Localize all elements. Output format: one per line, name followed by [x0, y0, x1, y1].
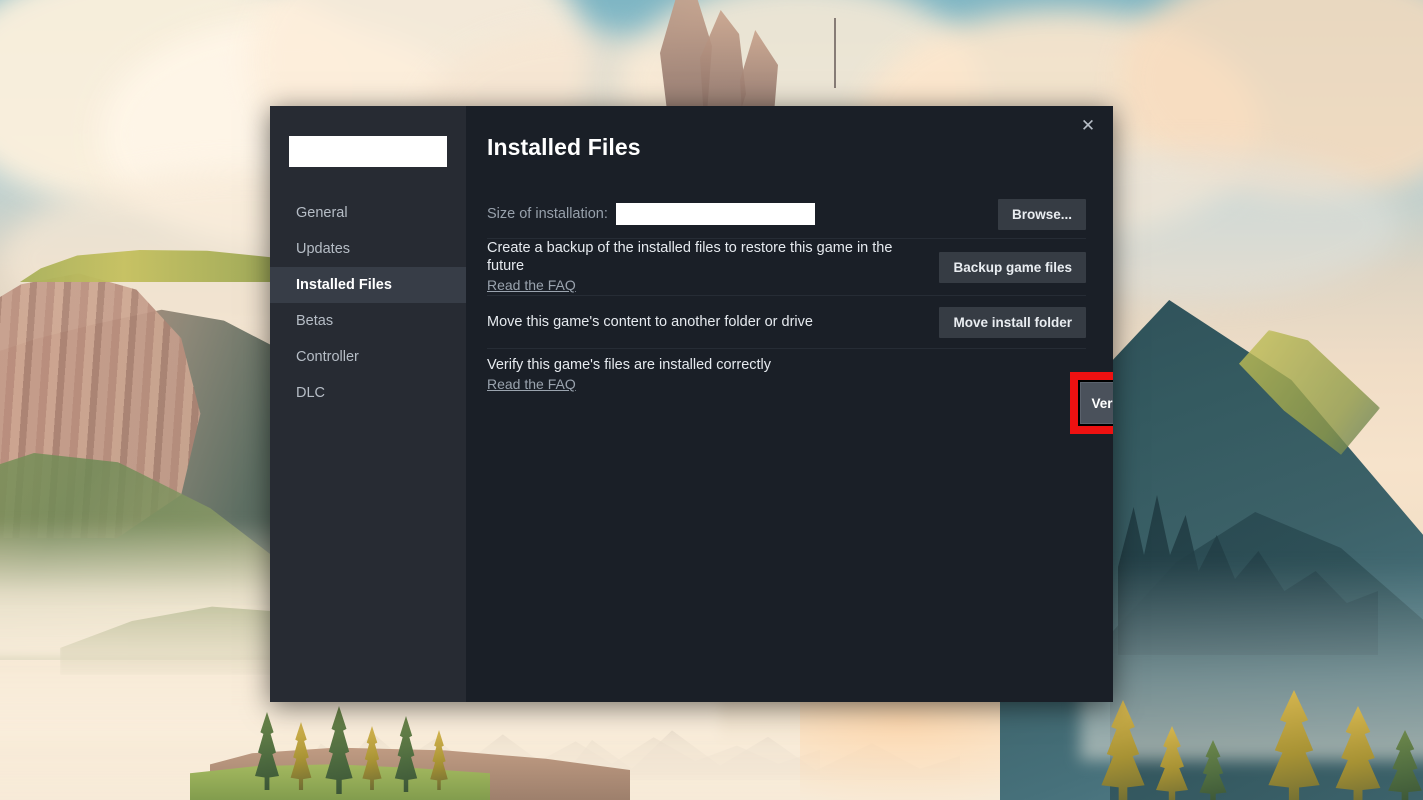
backup-game-files-row: Create a backup of the installed files t… — [487, 238, 1086, 295]
dialog-content: ✕ Installed Files Size of installation: … — [466, 106, 1113, 702]
size-row-left: Size of installation: — [487, 203, 998, 225]
size-of-installation-row: Size of installation: Browse... — [487, 190, 1086, 238]
size-of-installation-redacted-value — [615, 203, 815, 225]
verify-description: Verify this game's files are installed c… — [487, 357, 772, 373]
antenna-shape — [834, 18, 836, 88]
sidebar-item-label: General — [296, 205, 348, 221]
verify-integrity-of-game-files-button[interactable]: Verify integrity of game files — [1080, 382, 1113, 424]
sidebar-item-betas[interactable]: Betas — [270, 303, 466, 339]
sidebar-item-general[interactable]: General — [270, 195, 466, 231]
sidebar-item-installed-files[interactable]: Installed Files — [270, 267, 466, 303]
sidebar-item-updates[interactable]: Updates — [270, 231, 466, 267]
close-icon[interactable]: ✕ — [1075, 112, 1101, 138]
sidebar-item-dlc[interactable]: DLC — [270, 375, 466, 411]
size-label-wrap: Size of installation: — [487, 203, 980, 225]
game-properties-dialog: General Updates Installed Files Betas Co… — [270, 106, 1113, 702]
backup-game-files-button[interactable]: Backup game files — [939, 251, 1086, 283]
verify-row-left: Verify this game's files are installed c… — [487, 356, 1086, 394]
verify-read-the-faq-link[interactable]: Read the FAQ — [487, 376, 576, 392]
sidebar-item-label: DLC — [296, 385, 326, 401]
move-install-folder-row: Move this game's content to another fold… — [487, 295, 1086, 348]
verify-integrity-row: Verify this game's files are installed c… — [487, 348, 1086, 401]
sidebar-item-label: Updates — [296, 241, 351, 257]
size-of-installation-label: Size of installation: — [487, 206, 608, 222]
move-install-folder-button[interactable]: Move install folder — [939, 306, 1086, 338]
game-title-redacted-block — [289, 136, 447, 167]
page-title: Installed Files — [487, 134, 641, 160]
red-highlight-annotation: Verify integrity of game files — [1070, 372, 1113, 434]
sidebar-item-controller[interactable]: Controller — [270, 339, 466, 375]
sidebar-item-label: Betas — [296, 313, 334, 329]
dialog-sidebar: General Updates Installed Files Betas Co… — [270, 106, 466, 702]
move-description: Move this game's content to another fold… — [487, 314, 813, 330]
red-highlight-inner-border: Verify integrity of game files — [1078, 380, 1113, 426]
sidebar-item-label: Installed Files — [296, 277, 392, 293]
right-valley-haze — [1080, 560, 1423, 760]
sidebar-item-label: Controller — [296, 349, 359, 365]
backup-read-the-faq-link[interactable]: Read the FAQ — [487, 277, 576, 293]
backup-row-left: Create a backup of the installed files t… — [487, 239, 939, 295]
backup-description: Create a backup of the installed files t… — [487, 240, 893, 274]
browse-button[interactable]: Browse... — [997, 198, 1086, 230]
move-row-left: Move this game's content to another fold… — [487, 313, 939, 331]
